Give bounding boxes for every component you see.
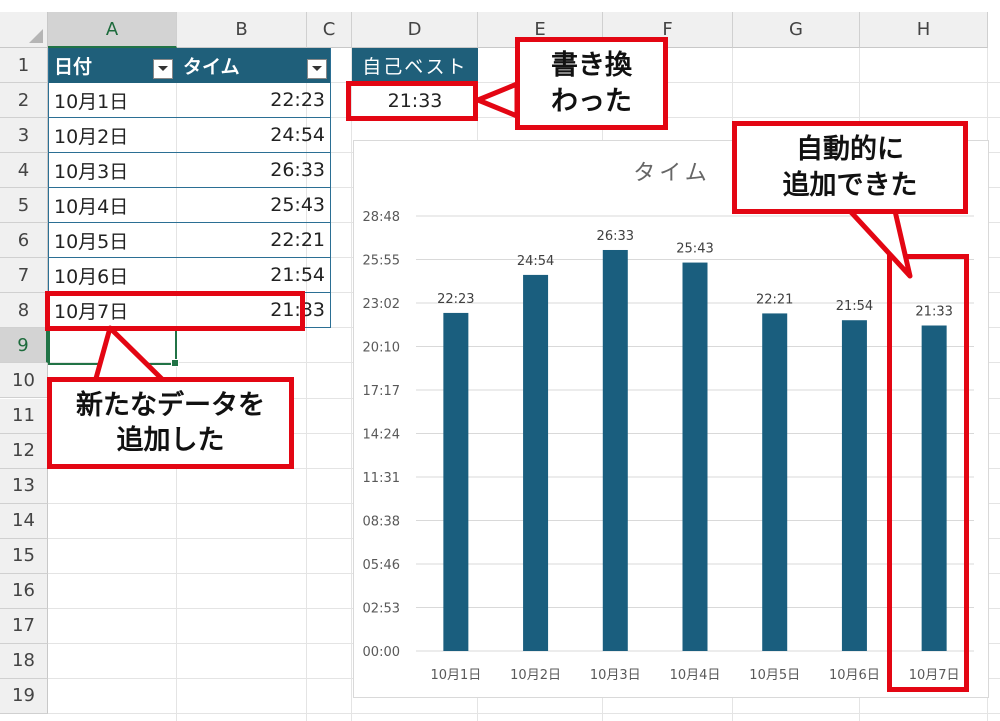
callout-new-data: 新たなデータを 追加した: [47, 377, 294, 469]
callout-pointers: [92, 81, 913, 385]
callout-auto-added-line1: 自動的に: [796, 134, 904, 166]
callout-auto-added-line2: 追加できた: [782, 169, 918, 201]
callout-replaced-line1: 書き換: [551, 50, 632, 82]
callout-new-data-line1: 新たなデータを: [76, 389, 265, 421]
callout-replaced-line2: わった: [551, 85, 632, 117]
callout-new-data-line2: 追加した: [116, 425, 225, 456]
callout-auto-added: 自動的に 追加できた: [732, 121, 968, 214]
callout-replaced: 書き換 わった: [515, 37, 668, 130]
